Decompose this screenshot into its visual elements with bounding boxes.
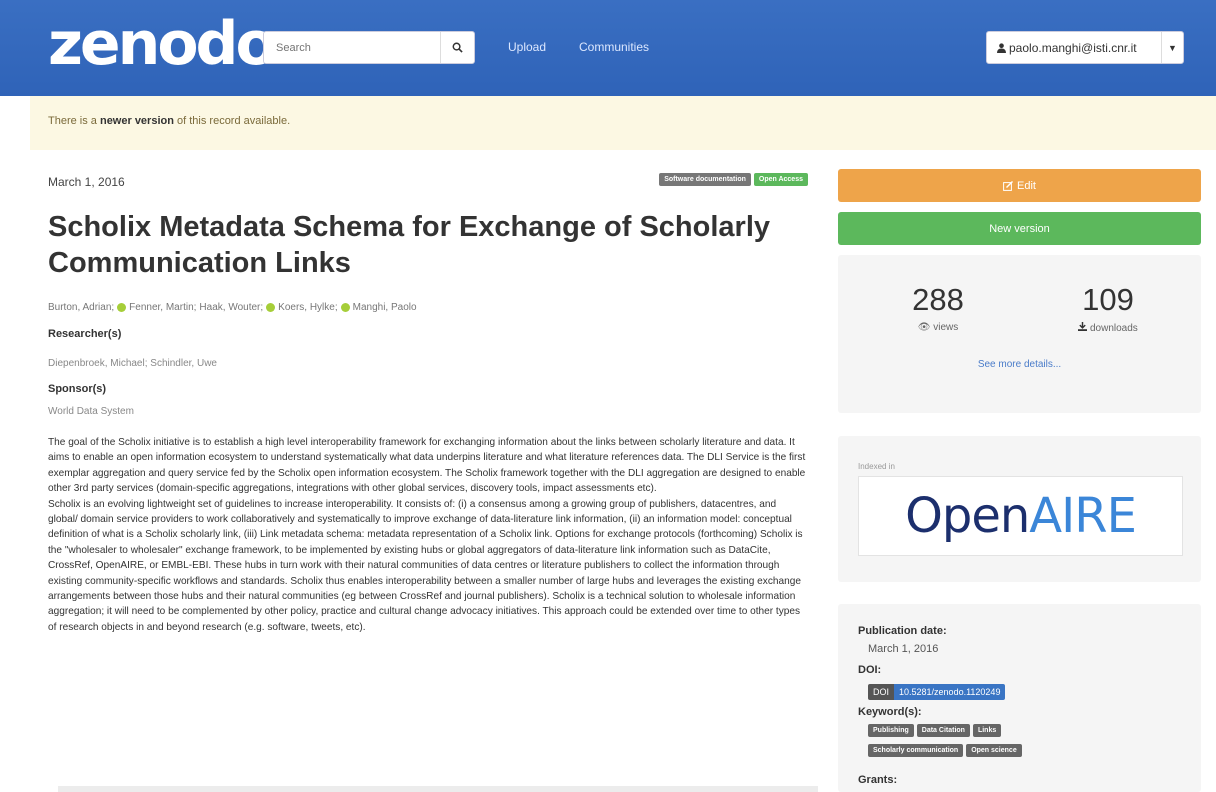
resource-type-badge: Software documentation — [659, 173, 751, 186]
metadata-panel: Publication date: March 1, 2016 DOI: DOI… — [838, 604, 1201, 792]
record-description: The goal of the Scholix initiative is to… — [48, 435, 806, 635]
researchers-list: Diepenbroek, Michael; Schindler, Uwe — [48, 358, 217, 369]
publication-date-value: March 1, 2016 — [868, 643, 939, 655]
orcid-icon — [266, 303, 276, 312]
publication-date-label: Publication date: — [858, 625, 947, 637]
download-icon — [1078, 322, 1088, 331]
keywords-row: Publishing Data Citation Links — [868, 724, 1002, 737]
access-badge: Open Access — [753, 173, 808, 186]
eye-icon: 👁 — [917, 322, 931, 333]
sponsors-heading: Sponsor(s) — [48, 383, 107, 395]
doi-value: 10.5281/zenodo.1120249 — [894, 684, 1006, 700]
search-button[interactable] — [440, 32, 474, 63]
chevron-down-icon[interactable]: ▼ — [1161, 32, 1183, 63]
indexed-in-panel: Indexed in Open AIRE — [838, 436, 1201, 582]
alert-suffix: of this record available. — [173, 115, 291, 127]
nav-upload-link[interactable]: Upload — [508, 40, 546, 54]
edit-icon — [1003, 180, 1014, 191]
user-icon — [997, 43, 1006, 53]
description-paragraph: The goal of the Scholix initiative is to… — [48, 437, 806, 495]
edit-button[interactable]: Edit — [838, 169, 1201, 202]
record-badges: Software documentation Open Access — [659, 173, 808, 186]
author[interactable]: Fenner, Martin; — [129, 302, 196, 313]
doi-label: DOI: — [858, 664, 882, 676]
doi-badge[interactable]: DOI 10.5281/zenodo.1120249 — [868, 684, 1006, 700]
authors-list: Burton, Adrian; Fenner, Martin; Haak, Wo… — [48, 302, 417, 313]
search-box — [263, 31, 475, 64]
downloads-label: downloads — [1089, 323, 1138, 334]
keyword-tag[interactable]: Scholarly communication — [868, 744, 964, 757]
search-icon — [452, 42, 463, 53]
researchers-heading: Researcher(s) — [48, 328, 122, 340]
keyword-tag[interactable]: Open science — [966, 744, 1022, 757]
views-label: views — [933, 322, 959, 333]
edit-label: Edit — [1017, 179, 1036, 192]
grants-label: Grants: — [858, 774, 898, 786]
author[interactable]: Manghi, Paolo — [353, 302, 417, 313]
author[interactable]: Burton, Adrian; — [48, 302, 114, 313]
content-divider — [58, 786, 818, 792]
keyword-tag[interactable]: Links — [972, 724, 1002, 737]
search-input[interactable] — [264, 32, 440, 63]
navbar: zenodo Upload Communities paolo.manghi@i… — [0, 0, 1216, 96]
sponsors-list: World Data System — [48, 406, 134, 417]
user-email: paolo.manghi@isti.cnr.it — [1009, 41, 1137, 55]
downloads-stat: 109 downloads — [1038, 282, 1178, 334]
nav-communities-link[interactable]: Communities — [579, 40, 649, 54]
author[interactable]: Haak, Wouter; — [199, 302, 263, 313]
user-menu[interactable]: paolo.manghi@isti.cnr.it ▼ — [986, 31, 1184, 64]
keywords-label: Keyword(s): — [858, 706, 922, 718]
see-more-details-link[interactable]: See more details... — [838, 359, 1201, 370]
record-title: Scholix Metadata Schema for Exchange of … — [48, 211, 770, 279]
new-version-button[interactable]: New version — [838, 212, 1201, 245]
alert-prefix: There is a — [48, 115, 100, 127]
keyword-tag[interactable]: Data Citation — [916, 724, 970, 737]
views-stat: 288 👁 views — [868, 282, 1008, 333]
description-paragraph: Scholix is an evolving lightweight set o… — [48, 498, 803, 633]
orcid-icon — [340, 303, 350, 312]
downloads-count: 109 — [1082, 282, 1134, 317]
zenodo-logo[interactable]: zenodo — [48, 14, 277, 74]
doi-key: DOI — [868, 684, 895, 700]
orcid-icon — [117, 303, 127, 312]
author[interactable]: Koers, Hylke; — [278, 302, 337, 313]
indexed-in-label: Indexed in — [858, 462, 895, 471]
stats-panel: 288 👁 views 109 downloads See more detai… — [838, 255, 1201, 413]
keywords-row: Scholarly communication Open science — [868, 744, 1022, 757]
openaire-logo[interactable]: Open AIRE — [858, 476, 1183, 556]
views-count: 288 — [912, 282, 964, 317]
newer-version-alert: There is a newer version of this record … — [30, 96, 1216, 150]
keyword-tag[interactable]: Publishing — [868, 724, 914, 737]
record-date: March 1, 2016 — [48, 175, 125, 189]
newer-version-link[interactable]: newer version — [100, 115, 174, 127]
